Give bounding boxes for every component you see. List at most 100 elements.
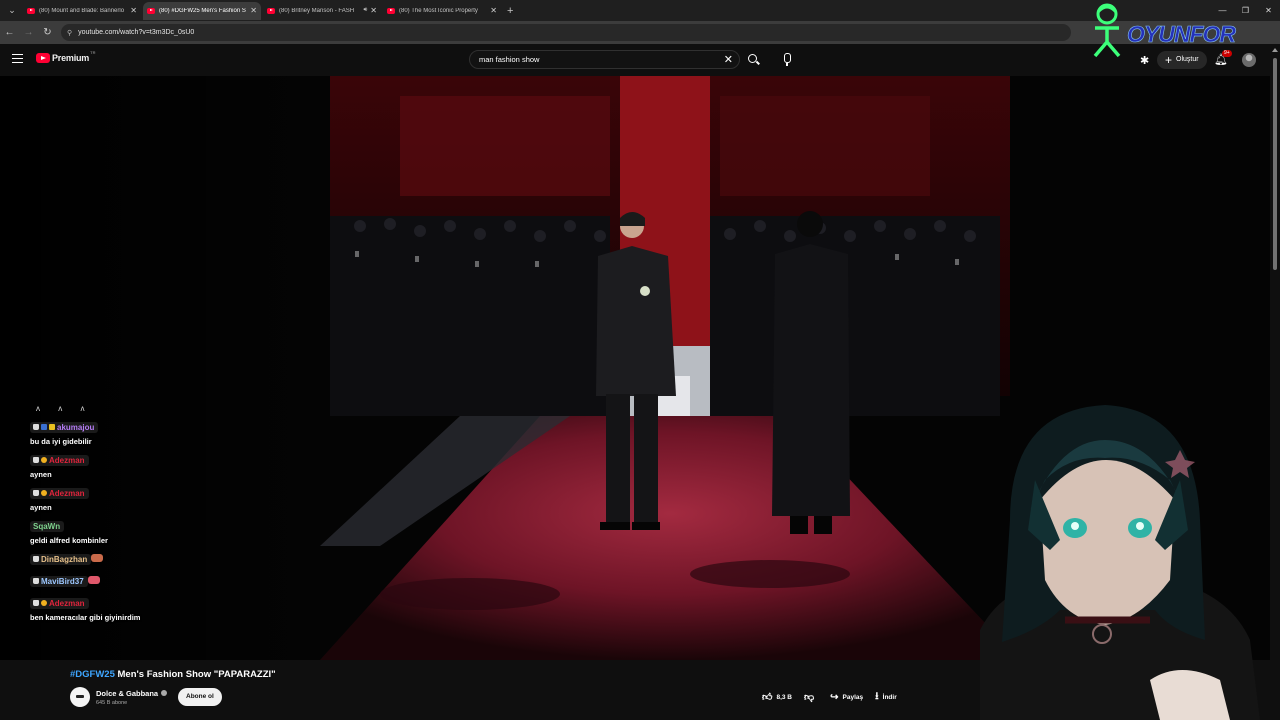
scroll-up-icon[interactable]	[1272, 48, 1278, 52]
browser-tab[interactable]: (80) The Most Iconic Property ✕	[383, 2, 501, 20]
chat-badge-icon	[33, 490, 39, 496]
search-query: man fashion show	[479, 55, 540, 64]
chat-badge-icon	[41, 457, 47, 463]
dislike-button[interactable]: 👎︎	[798, 688, 824, 706]
like-count: 8,3 B	[776, 693, 792, 701]
chat-username: Adezman	[49, 488, 85, 498]
url-text: youtube.com/watch?v=t3m3Dc_0sU0	[78, 29, 195, 36]
subscriber-count: 645 B abone	[96, 700, 128, 706]
tab-title: (80) Mount and Blade: Bannerlo	[39, 7, 125, 14]
chat-badge-icon	[33, 457, 39, 463]
download-label: İndir	[882, 693, 897, 701]
close-tab-icon[interactable]: ✕	[370, 6, 377, 15]
page-scrollbar[interactable]	[1270, 44, 1280, 720]
clear-search-icon[interactable]: ✕	[724, 53, 733, 66]
chat-message: DinBagzhan	[30, 549, 180, 567]
close-tab-icon[interactable]: ✕	[130, 6, 137, 15]
download-icon: ⭳	[875, 690, 879, 702]
site-info-icon[interactable]: ⚲	[67, 29, 72, 37]
video-title: #DGFW25 Men's Fashion Show "PAPARAZZI"	[70, 669, 276, 680]
chat-text: bu da iyi gidebilir	[30, 437, 92, 446]
chat-username-pill: akumajou	[30, 421, 99, 433]
chat-text: ben kameracılar gibi giyinirdim	[30, 613, 141, 622]
verified-icon	[161, 690, 168, 696]
youtube-favicon-icon	[267, 7, 275, 14]
close-tab-icon[interactable]: ✕	[250, 6, 257, 15]
like-button[interactable]: 👍︎ 8,3 B	[756, 688, 798, 706]
mascot-icon	[1093, 3, 1121, 58]
chat-username-pill: Adezman	[30, 597, 89, 609]
chat-username-pill: DinBagzhan	[30, 553, 92, 565]
mic-icon[interactable]	[781, 52, 793, 68]
chat-emote-icon	[87, 576, 100, 584]
browser-tab[interactable]: (80) Britney Manson - FASH 🔊︎ ✕	[263, 2, 381, 20]
tab-title: (80) Britney Manson - FASH	[279, 7, 355, 14]
chat-username-pill: Adezman	[30, 487, 89, 499]
chat-badge-icon	[41, 600, 47, 606]
stream-logo: OYUNFOR	[1087, 2, 1277, 58]
chat-text: aynen	[30, 470, 52, 479]
new-tab-button[interactable]: +	[507, 5, 513, 17]
chat-message: akumajou bu da iyi gidebilir	[30, 417, 180, 446]
youtube-favicon-icon	[147, 7, 155, 14]
forward-button[interactable]: →	[19, 27, 38, 38]
region-label: TR	[90, 49, 96, 55]
vtuber-avatar-image	[940, 380, 1270, 720]
address-bar[interactable]: ⚲ youtube.com/watch?v=t3m3Dc_0sU0	[61, 24, 1071, 41]
browser-tab[interactable]: (80) Mount and Blade: Bannerlo ✕	[23, 2, 141, 20]
back-button[interactable]: ←	[0, 27, 19, 38]
chat-emote-icon	[91, 554, 104, 562]
chat-username: MaviBird37	[41, 576, 84, 586]
channel-name[interactable]: Dolce & Gabbana	[96, 689, 168, 698]
chat-message: Adezman ben kameracılar gibi giyinirdim	[30, 593, 180, 622]
chat-emote-row: ʌ ʌ ʌ	[36, 404, 93, 413]
chat-username: Adezman	[49, 455, 85, 465]
thumbs-up-icon: 👍︎	[762, 692, 773, 703]
chat-username-pill: MaviBird37	[30, 575, 88, 587]
chat-text: aynen	[30, 503, 52, 512]
chat-badge-icon	[41, 424, 47, 430]
chat-username: Adezman	[49, 598, 85, 608]
chat-message: Adezman aynen	[30, 483, 180, 512]
chat-username: akumajou	[57, 422, 95, 432]
download-button[interactable]: ⭳ İndir	[869, 688, 903, 706]
chat-username-pill: Adezman	[30, 454, 89, 466]
share-button[interactable]: ↪ Paylaş	[824, 688, 869, 706]
close-tab-icon[interactable]: ✕	[490, 6, 497, 15]
share-label: Paylaş	[842, 693, 864, 701]
subscribe-button[interactable]: Abone ol	[178, 688, 222, 706]
brand-label: Premium	[52, 53, 90, 63]
stream-chat-overlay: ʌ ʌ ʌ akumajou bu da iyi gidebilir Adezman…	[30, 404, 180, 622]
video-title-text: Men's Fashion Show "PAPARAZZI"	[114, 669, 276, 680]
channel-avatar[interactable]	[70, 687, 90, 707]
youtube-favicon-icon	[387, 7, 395, 14]
reload-button[interactable]: ↻	[38, 27, 57, 38]
tab-audio-icon[interactable]: 🔊︎	[364, 7, 368, 14]
thumbs-down-icon: 👎︎	[804, 692, 815, 703]
stream-logo-text: OYUNFOR	[1127, 21, 1237, 48]
youtube-favicon-icon	[27, 7, 35, 14]
screen: ⌄ (80) Mount and Blade: Bannerlo ✕ (80) #D…	[0, 0, 1280, 720]
chat-badge-icon	[41, 490, 47, 496]
chat-badge-icon	[33, 424, 39, 430]
chat-username: DinBagzhan	[41, 554, 88, 564]
youtube-logo[interactable]: Premium TR	[36, 49, 96, 63]
chat-badge-icon	[49, 424, 55, 430]
chat-username: SqaWn	[33, 522, 61, 531]
video-actions: 👍︎ 8,3 B 👎︎ ↪ Paylaş ⭳ İndir	[756, 688, 903, 706]
tab-title: (80) The Most Iconic Property	[399, 7, 478, 14]
tab-search-chevron-icon[interactable]: ⌄	[3, 2, 21, 20]
hamburger-icon[interactable]	[12, 54, 23, 63]
chat-username-pill: SqaWn	[30, 521, 65, 532]
youtube-play-icon	[36, 53, 50, 63]
channel-name-text: Dolce & Gabbana	[96, 689, 159, 698]
search-icon[interactable]	[745, 52, 761, 68]
tab-title: (80) #DGFW25 Men's Fashion S	[159, 7, 246, 14]
share-icon: ↪	[830, 691, 839, 703]
scrollbar-thumb[interactable]	[1273, 58, 1277, 270]
browser-tab[interactable]: (80) #DGFW25 Men's Fashion S ✕	[143, 1, 261, 20]
video-title-hashtag[interactable]: #DGFW25	[70, 669, 115, 680]
chat-badge-icon	[33, 556, 39, 562]
chat-badge-icon	[33, 600, 39, 606]
search-input[interactable]: man fashion show ✕	[469, 50, 740, 69]
